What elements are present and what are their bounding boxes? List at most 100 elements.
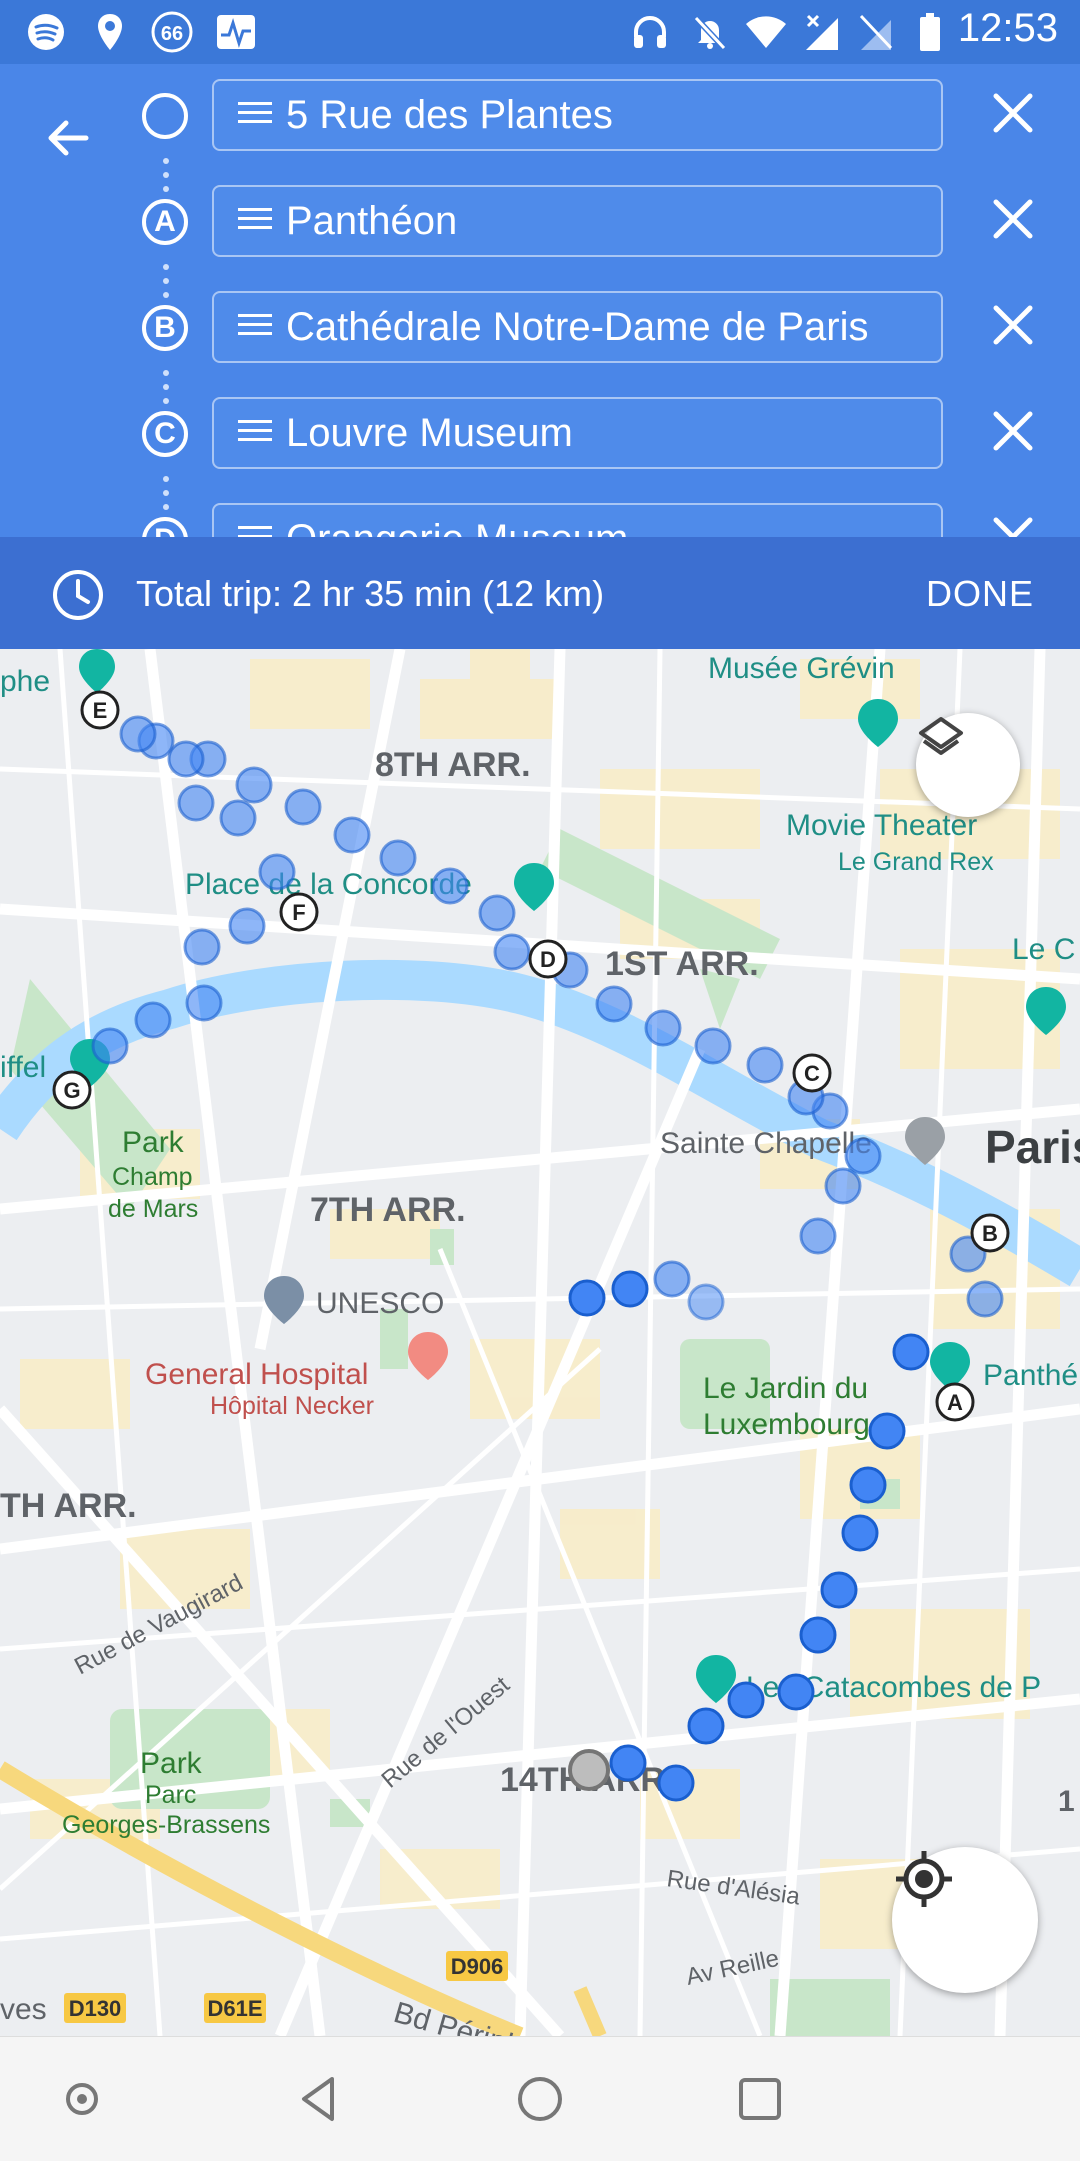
done-button[interactable]: DONE [926, 573, 1034, 615]
stop-label: Cathédrale Notre-Dame de Paris [286, 305, 869, 349]
layers-button[interactable] [916, 713, 1020, 817]
stop-field[interactable]: Panthéon [212, 185, 943, 257]
drag-handle-icon[interactable] [238, 314, 272, 340]
directions-header: 5 Rue des Plantes A Panthéon B Cathédral… [0, 64, 1080, 537]
waypoint-marker-a[interactable]: A [935, 1382, 975, 1422]
place-label: Place de la Concorde [185, 868, 472, 901]
route-dot [746, 1046, 784, 1084]
route-dot [687, 1707, 725, 1745]
waypoint-marker-label: B [982, 1221, 998, 1246]
drag-handle-icon[interactable] [238, 420, 272, 446]
drag-handle-icon[interactable] [238, 102, 272, 128]
close-icon[interactable] [990, 514, 1036, 537]
route-start-marker [568, 1749, 610, 1791]
road-badge: D130 [69, 1996, 122, 2021]
route-dot [284, 788, 322, 826]
close-icon[interactable] [990, 302, 1036, 348]
route-dot [493, 933, 531, 971]
route-dot [849, 1466, 887, 1504]
place-label: Sainte Chapelle [660, 1127, 872, 1160]
route-dot [91, 1027, 129, 1065]
place-label: Hôpital Necker [210, 1392, 374, 1420]
close-icon[interactable] [990, 408, 1036, 454]
stop-field[interactable]: Cathédrale Notre-Dame de Paris [212, 291, 943, 363]
clock-icon [53, 570, 103, 620]
wifi-icon [744, 10, 788, 54]
location-icon [88, 10, 132, 54]
map-canvas[interactable]: 8TH ARR. 1ST ARR. 7TH ARR. TH ARR. 14TH … [0, 649, 1080, 2036]
close-icon[interactable] [990, 90, 1036, 136]
route-dot [799, 1616, 837, 1654]
place-label: de Mars [108, 1195, 198, 1223]
waypoint-marker-d[interactable]: D [528, 939, 568, 979]
route-dot [595, 985, 633, 1023]
place-label: Georges-Brassens [62, 1811, 270, 1839]
start-marker [142, 93, 188, 139]
route-dot [687, 1283, 725, 1321]
waypoint-marker-c[interactable]: C [792, 1053, 832, 1093]
route-dot [167, 740, 205, 778]
drag-handle-icon[interactable] [238, 208, 272, 234]
route-dot [841, 1514, 879, 1552]
waypoint-marker-label: G [63, 1078, 80, 1103]
waypoint-marker-b[interactable]: B [970, 1213, 1010, 1253]
road-badge: D61E [207, 1996, 262, 2021]
system-nav-bar [0, 2036, 1080, 2161]
place-label: Movie Theater [786, 809, 977, 842]
route-dot [219, 799, 257, 837]
place-label: General Hospital [145, 1358, 368, 1391]
waypoint-marker-g[interactable]: G [52, 1070, 92, 1110]
waypoint-marker-c: C [142, 411, 188, 457]
district-label: 1ST ARR. [605, 945, 759, 983]
route-dot [868, 1412, 906, 1450]
waypoint-marker-label: A [947, 1390, 963, 1415]
signal-icon [800, 10, 844, 54]
my-location-button[interactable] [892, 1847, 1038, 1993]
route-dot [653, 1260, 691, 1298]
home-circle-icon[interactable] [508, 2067, 572, 2131]
route-dot [134, 1001, 172, 1039]
stop-row: 5 Rue des Plantes [0, 78, 1080, 158]
waypoint-marker-f[interactable]: F [279, 892, 319, 932]
back-triangle-icon[interactable] [288, 2067, 352, 2131]
close-icon[interactable] [990, 196, 1036, 242]
waypoint-marker-label: E [93, 698, 108, 723]
place-label: Luxembourg [703, 1408, 870, 1441]
route-dot [431, 867, 469, 905]
place-label: phe [0, 665, 50, 698]
spotify-icon [24, 10, 68, 54]
route-dot [379, 839, 417, 877]
route-dot [694, 1027, 732, 1065]
place-label: Le Grand Rex [838, 848, 994, 876]
place-label: Parc [145, 1781, 196, 1809]
stop-field[interactable]: Louvre Museum [212, 397, 943, 469]
waypoint-marker-label: C [804, 1061, 820, 1086]
place-label: Park [122, 1126, 185, 1159]
route-dot [177, 784, 215, 822]
stop-row: C Louvre Museum [0, 396, 1080, 476]
stop-label: Panthéon [286, 199, 458, 243]
route-dot [119, 715, 157, 753]
map-view[interactable]: 8TH ARR. 1ST ARR. 7TH ARR. TH ARR. 14TH … [0, 649, 1080, 2036]
no-sim-icon [854, 10, 898, 54]
recents-square-icon[interactable] [728, 2067, 792, 2131]
assistant-dot-icon[interactable] [50, 2067, 114, 2131]
route-dot [727, 1681, 765, 1719]
route-dot [966, 1280, 1004, 1318]
route-dot [183, 928, 221, 966]
drag-handle-icon[interactable] [238, 526, 272, 537]
waypoint-marker-label: D [540, 947, 556, 972]
district-label: 7TH ARR. [310, 1191, 466, 1229]
route-dot [824, 1167, 862, 1205]
district-label: TH ARR. [0, 1487, 137, 1525]
waypoint-marker-e[interactable]: E [80, 690, 120, 730]
stop-label: Louvre Museum [286, 411, 573, 455]
waypoint-marker-d: D [142, 517, 188, 537]
edge-label: 1 [1058, 1785, 1075, 1818]
stop-field[interactable]: Orangerie Museum [212, 503, 943, 537]
headphones-icon [628, 10, 672, 54]
stop-field[interactable]: 5 Rue des Plantes [212, 79, 943, 151]
do-not-disturb-icon [688, 10, 732, 54]
district-label: 8TH ARR. [375, 746, 531, 784]
route-dot [333, 816, 371, 854]
